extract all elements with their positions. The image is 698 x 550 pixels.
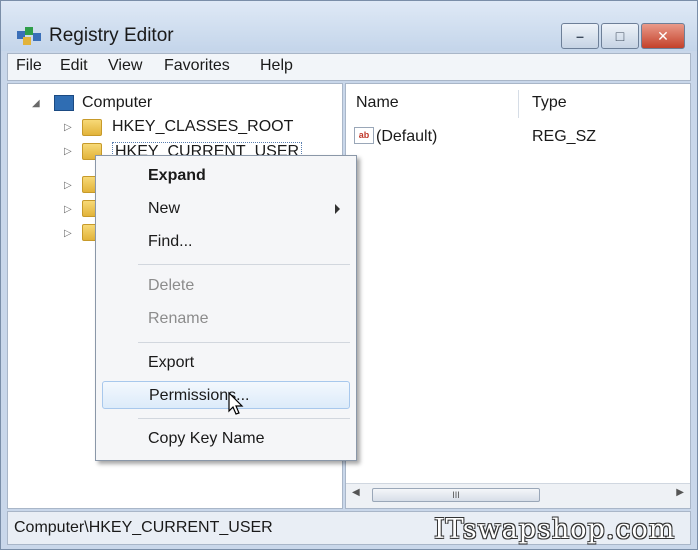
minimize-button[interactable]: –: [561, 23, 599, 49]
menu-item-new[interactable]: New: [102, 195, 350, 223]
tree-label-hkcr: HKEY_CLASSES_ROOT: [112, 118, 294, 135]
computer-icon: [54, 95, 74, 111]
status-path: Computer\HKEY_CURRENT_USER: [14, 519, 273, 536]
close-icon: ✕: [657, 28, 669, 44]
maximize-icon: □: [615, 28, 625, 44]
column-header-name[interactable]: Name: [356, 94, 399, 112]
menu-item-delete: Delete: [148, 277, 195, 294]
menu-separator: [138, 264, 350, 265]
values-list-pane[interactable]: Name Type ab (Default) REG_SZ ◀ III ▶: [345, 83, 691, 509]
value-name-default[interactable]: (Default): [376, 128, 437, 146]
tree-item-computer[interactable]: ◢ Computer: [8, 92, 338, 116]
maximize-button[interactable]: □: [601, 23, 639, 49]
status-bar: Computer\HKEY_CURRENT_USER ITswapshop.co…: [7, 511, 691, 545]
scroll-right-icon[interactable]: ▶: [676, 487, 684, 498]
context-menu: Expand New Find... Delete Rename Export …: [95, 155, 357, 461]
close-button[interactable]: ✕: [641, 23, 685, 49]
value-type-default: REG_SZ: [532, 128, 597, 145]
menu-item-rename: Rename: [148, 310, 209, 327]
menu-item-copy-key-name[interactable]: Copy Key Name: [102, 425, 350, 453]
menu-view[interactable]: View: [108, 57, 142, 75]
expand-arrow-icon[interactable]: ▷: [64, 122, 72, 133]
menu-edit[interactable]: Edit: [60, 57, 88, 75]
menu-item-export[interactable]: Export: [102, 349, 350, 377]
expand-arrow-icon[interactable]: ▷: [64, 228, 72, 239]
menu-separator: [138, 342, 350, 343]
menu-help[interactable]: Help: [260, 57, 293, 75]
menu-item-expand[interactable]: Expand: [102, 162, 350, 190]
menu-item-find[interactable]: Find...: [102, 228, 350, 256]
tree-item-hkcr[interactable]: ▷ HKEY_CLASSES_ROOT: [8, 116, 338, 140]
submenu-arrow-icon: [335, 204, 340, 214]
string-value-icon: ab: [354, 127, 374, 144]
scroll-left-icon[interactable]: ◀: [352, 487, 360, 498]
registry-editor-window: Registry Editor – □ ✕ File Edit View Fav…: [0, 0, 698, 550]
menu-item-permissions[interactable]: Permissions...: [102, 381, 350, 409]
expand-arrow-icon[interactable]: ▷: [64, 180, 72, 191]
minimize-icon: –: [576, 28, 584, 44]
mouse-cursor-icon: [228, 391, 244, 415]
menu-favorites[interactable]: Favorites: [164, 57, 230, 75]
column-header-type[interactable]: Type: [532, 94, 567, 112]
menu-bar: File Edit View Favorites Help: [7, 53, 691, 81]
watermark: ITswapshop.com: [434, 514, 676, 545]
menu-separator: [138, 418, 350, 419]
menu-file[interactable]: File: [16, 57, 42, 75]
window-title: Registry Editor: [49, 25, 174, 46]
registry-editor-icon: [17, 27, 41, 45]
collapse-arrow-icon[interactable]: ◢: [32, 98, 40, 109]
horizontal-scrollbar[interactable]: ◀ III ▶: [346, 483, 690, 508]
scroll-thumb[interactable]: III: [372, 488, 540, 502]
expand-arrow-icon[interactable]: ▷: [64, 204, 72, 215]
folder-icon: [82, 119, 102, 136]
column-divider[interactable]: [518, 90, 519, 118]
tree-label-computer: Computer: [82, 94, 153, 111]
expand-arrow-icon[interactable]: ▷: [64, 146, 72, 157]
title-bar[interactable]: Registry Editor – □ ✕: [1, 1, 697, 51]
